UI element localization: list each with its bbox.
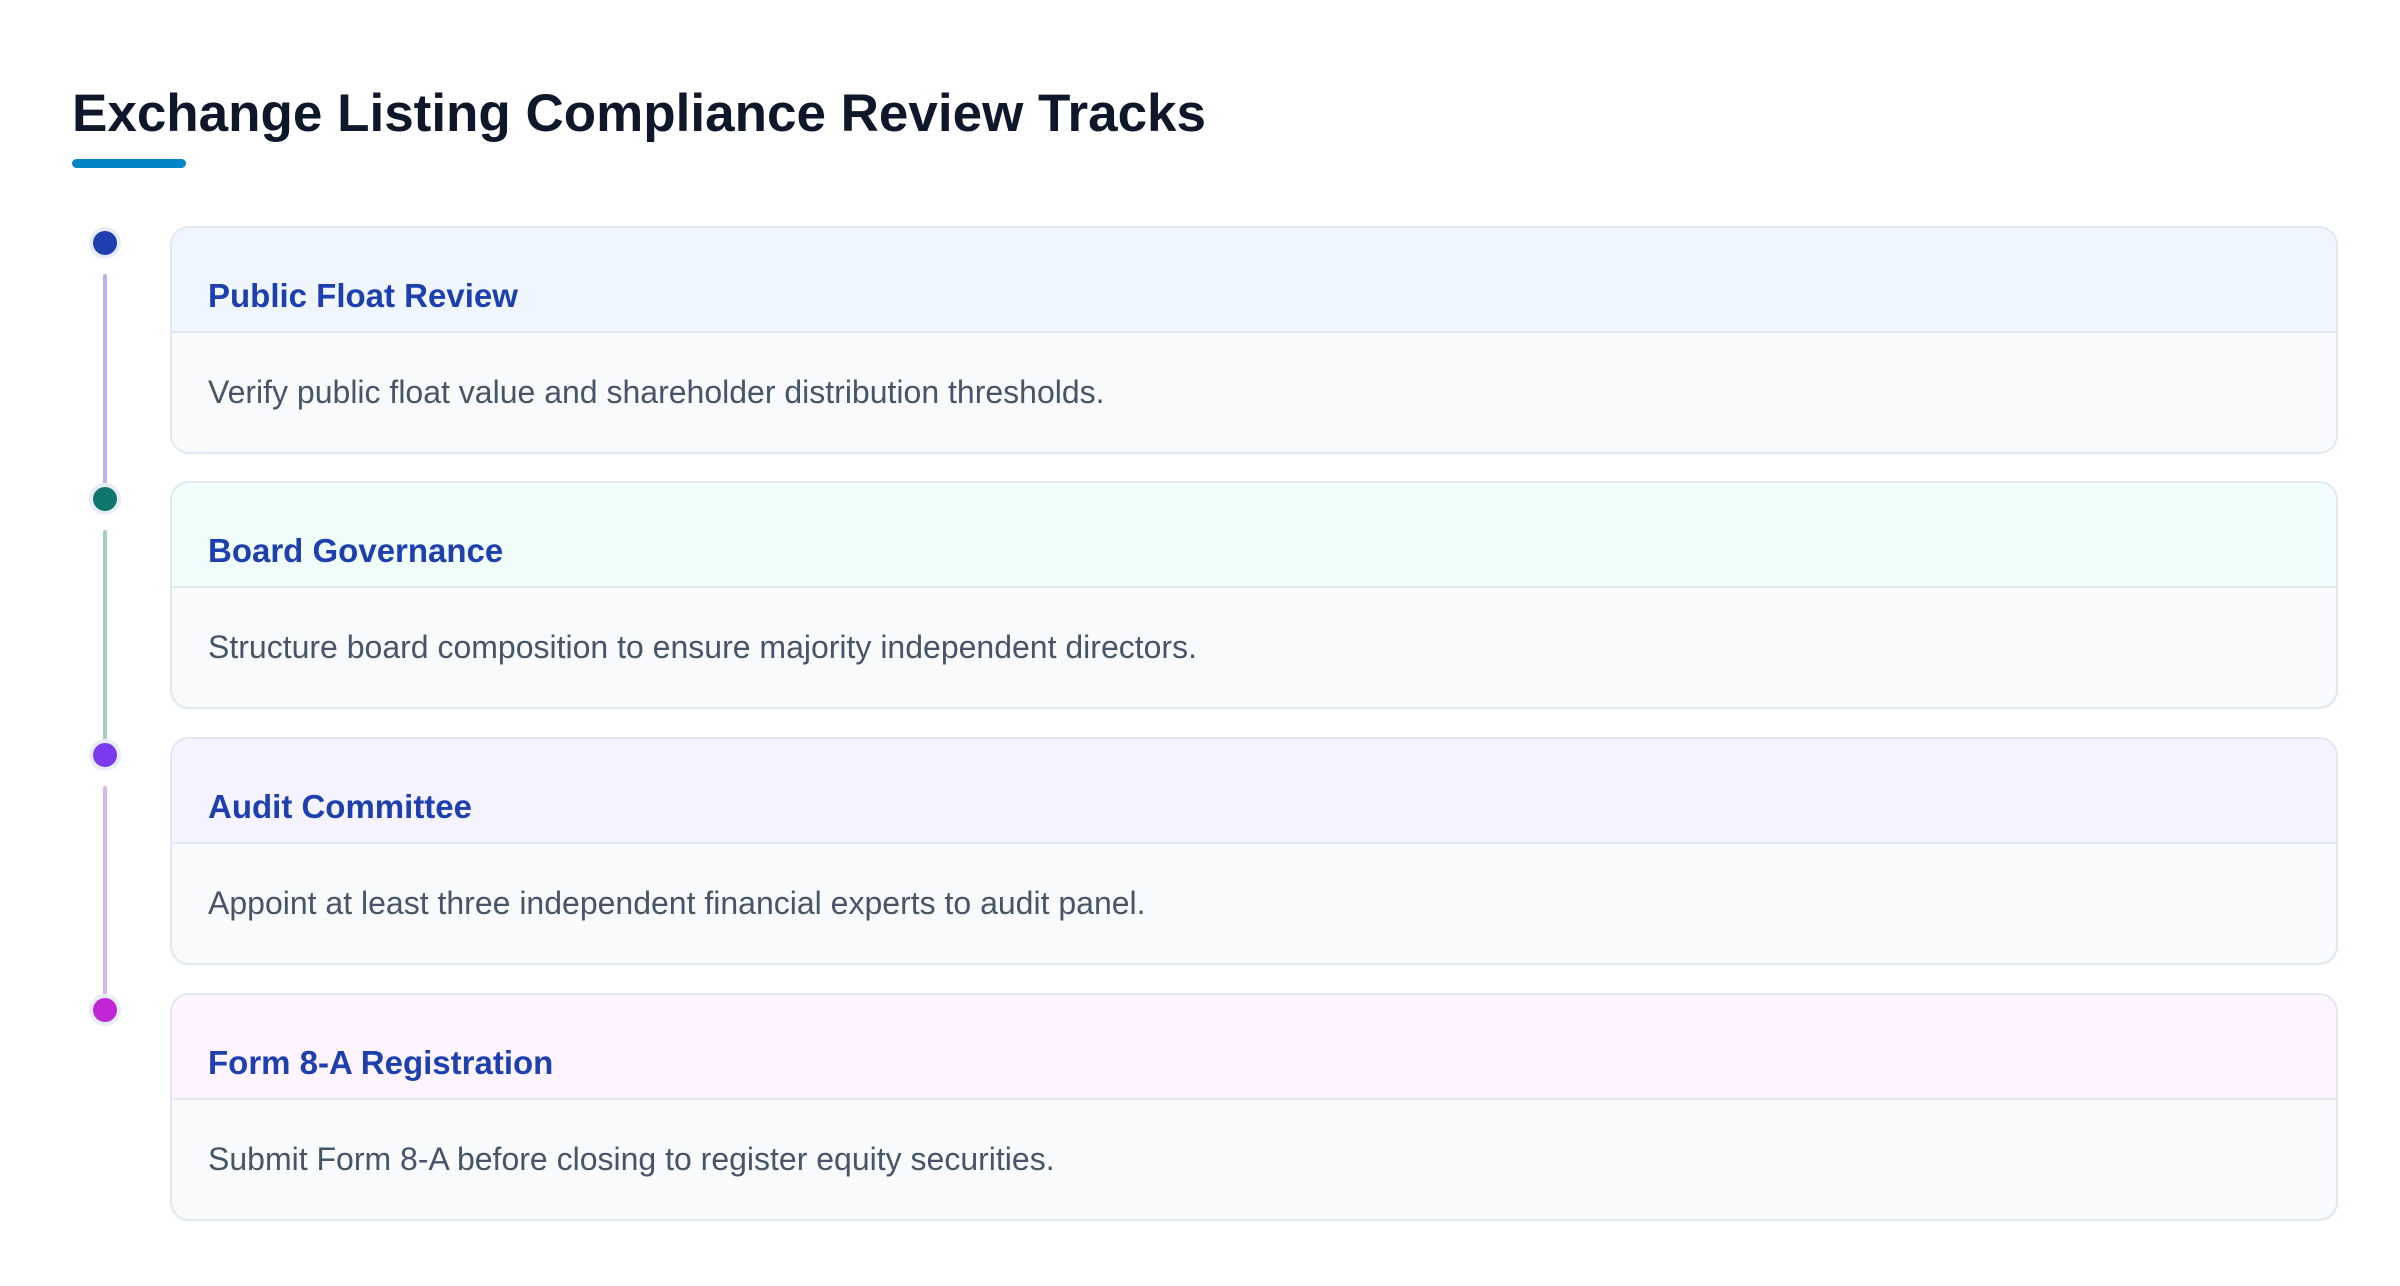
track-card-body: Submit Form 8-A before closing to regist… [172, 1100, 2336, 1219]
timeline-connector [103, 786, 107, 996]
track-description: Structure board composition to ensure ma… [208, 629, 1197, 665]
track-title: Audit Committee [208, 788, 472, 825]
timeline-connector [103, 274, 107, 484]
track-card-header: Board Governance [172, 483, 2336, 588]
timeline-dot [93, 487, 117, 511]
timeline-dot [93, 231, 117, 255]
track-description: Verify public float value and shareholde… [208, 374, 1105, 410]
track-title: Form 8-A Registration [208, 1044, 554, 1081]
timeline-page: Exchange Listing Compliance Review Track… [0, 0, 2400, 1286]
timeline-dot [93, 743, 117, 767]
track-card-header: Public Float Review [172, 228, 2336, 333]
track-card: Board Governance Structure board composi… [170, 481, 2338, 709]
track-description: Appoint at least three independent finan… [208, 885, 1146, 921]
timeline-connector [103, 530, 107, 740]
track-card-body: Appoint at least three independent finan… [172, 844, 2336, 963]
track-card: Public Float Review Verify public float … [170, 226, 2338, 454]
timeline-dot [93, 998, 117, 1022]
track-card-header: Audit Committee [172, 739, 2336, 844]
track-card: Form 8-A Registration Submit Form 8-A be… [170, 993, 2338, 1221]
track-description: Submit Form 8-A before closing to regist… [208, 1141, 1055, 1177]
track-card-body: Verify public float value and shareholde… [172, 333, 2336, 452]
title-underline [72, 159, 186, 168]
track-card: Audit Committee Appoint at least three i… [170, 737, 2338, 965]
track-title: Public Float Review [208, 277, 518, 314]
track-title: Board Governance [208, 532, 504, 569]
track-card-body: Structure board composition to ensure ma… [172, 588, 2336, 707]
page-title: Exchange Listing Compliance Review Track… [72, 84, 1207, 143]
track-card-header: Form 8-A Registration [172, 995, 2336, 1100]
